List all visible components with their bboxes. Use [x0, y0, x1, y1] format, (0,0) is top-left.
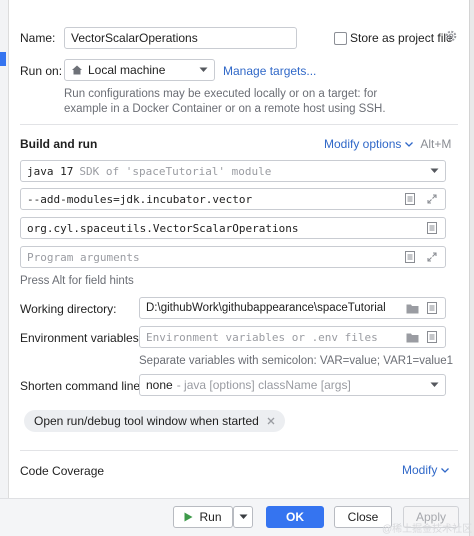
- working-directory-value: D:\githubWork\githubappearance\spaceTuto…: [146, 302, 386, 314]
- folder-icon[interactable]: [405, 330, 419, 344]
- modify-options-shortcut: Alt+M: [420, 137, 452, 151]
- code-coverage-modify-button[interactable]: Modify: [402, 463, 450, 477]
- document-icon[interactable]: [403, 192, 417, 206]
- main-class-input[interactable]: org.cyl.spaceutils.VectorScalarOperation…: [20, 217, 446, 239]
- run-button[interactable]: Run: [173, 506, 233, 528]
- expand-icon[interactable]: [425, 250, 439, 264]
- program-arguments-input[interactable]: Program arguments: [20, 246, 446, 268]
- name-label: Name:: [20, 31, 56, 45]
- run-label: Run: [199, 510, 222, 524]
- main-class-value: org.cyl.spaceutils.VectorScalarOperation…: [27, 221, 299, 235]
- sdk-value: java 17: [27, 164, 74, 178]
- store-as-project-label: Store as project file: [350, 31, 453, 45]
- environment-variables-input[interactable]: Environment variables or .env files: [139, 326, 446, 348]
- environment-variables-label: Environment variables:: [20, 331, 143, 345]
- close-icon[interactable]: [267, 417, 275, 425]
- document-icon[interactable]: [425, 221, 439, 235]
- chevron-down-icon: [441, 467, 450, 473]
- shorten-command-line-label: Shorten command line:: [20, 379, 144, 393]
- folder-icon[interactable]: [405, 301, 419, 315]
- chevron-down-icon: [239, 514, 248, 520]
- vm-options-value: --add-modules=jdk.incubator.vector: [27, 192, 253, 206]
- vm-options-input[interactable]: --add-modules=jdk.incubator.vector: [20, 188, 446, 210]
- run-on-label: Run on:: [20, 64, 63, 78]
- ok-button[interactable]: OK: [266, 506, 324, 528]
- build-and-run-title: Build and run: [20, 137, 98, 151]
- selected-config-marker: [0, 52, 6, 66]
- chevron-down-icon: [405, 141, 414, 147]
- environment-variables-hint: Separate variables with semicolon: VAR=v…: [139, 355, 454, 367]
- home-icon: [71, 64, 83, 76]
- config-list-strip: [0, 0, 9, 536]
- section-divider: [20, 124, 458, 125]
- shorten-command-line-value: none: [146, 378, 173, 392]
- environment-variables-placeholder: Environment variables or .env files: [146, 330, 378, 344]
- run-on-hint-line1: Run configurations may be executed local…: [64, 88, 378, 100]
- field-hints-text: Press Alt for field hints: [20, 275, 134, 287]
- shorten-command-line-detail: - java [options] className [args]: [176, 378, 351, 392]
- store-as-project-checkbox[interactable]: [334, 32, 347, 45]
- code-coverage-title: Code Coverage: [20, 464, 105, 478]
- modify-options-label: Modify options: [324, 137, 402, 151]
- working-directory-input[interactable]: D:\githubWork\githubappearance\spaceTuto…: [139, 297, 446, 319]
- sdk-select[interactable]: java 17 SDK of 'spaceTutorial' module: [20, 160, 446, 182]
- watermark-text: @稀土掘金技术社区: [382, 524, 473, 535]
- chevron-down-icon: [430, 382, 439, 388]
- sdk-detail: SDK of 'spaceTutorial' module: [79, 164, 272, 178]
- chevron-down-icon: [199, 67, 208, 73]
- manage-targets-link[interactable]: Manage targets...: [223, 64, 316, 78]
- document-icon[interactable]: [403, 250, 417, 264]
- gear-icon[interactable]: [444, 29, 458, 43]
- working-directory-label: Working directory:: [20, 302, 117, 316]
- name-input[interactable]: VectorScalarOperations: [64, 27, 297, 49]
- expand-icon[interactable]: [425, 192, 439, 206]
- run-icon: [184, 512, 193, 522]
- chevron-down-icon: [430, 168, 439, 174]
- open-tool-window-label: Open run/debug tool window when started: [34, 414, 259, 428]
- run-on-value: Local machine: [88, 63, 166, 77]
- shorten-command-line-select[interactable]: none - java [options] className [args]: [139, 374, 446, 396]
- document-icon[interactable]: [425, 330, 439, 344]
- code-coverage-modify-label: Modify: [402, 463, 438, 477]
- run-on-select[interactable]: Local machine: [64, 59, 215, 81]
- section-divider: [20, 450, 458, 451]
- name-input-value: VectorScalarOperations: [71, 31, 198, 45]
- document-icon[interactable]: [425, 301, 439, 315]
- run-on-hint-line2: example in a Docker Container or on a re…: [64, 103, 386, 115]
- modify-options-button[interactable]: Modify options Alt+M: [324, 137, 451, 151]
- window-edge: [469, 0, 474, 536]
- open-tool-window-chip[interactable]: Open run/debug tool window when started: [24, 410, 285, 432]
- program-arguments-placeholder: Program arguments: [27, 250, 140, 264]
- run-dropdown-button[interactable]: [233, 506, 253, 528]
